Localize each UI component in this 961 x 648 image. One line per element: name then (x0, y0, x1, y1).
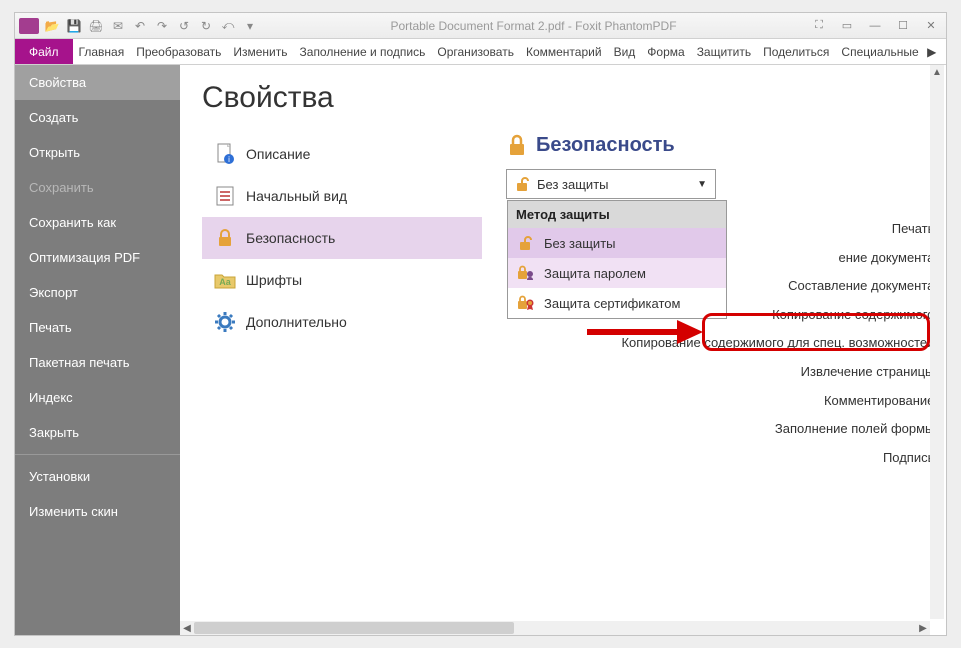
perm-sign: Подпись: (621, 444, 938, 473)
permissions-list: Печать: ение документа: Составление доку… (621, 215, 938, 472)
tab-fill-sign[interactable]: Заполнение и подпись (294, 39, 432, 64)
unlocked-icon (516, 235, 536, 251)
tab-special[interactable]: Специальные (835, 39, 924, 64)
tab-protect[interactable]: Защитить (691, 39, 757, 64)
quick-access-toolbar: 📂 💾 🖨 ✉ ↶ ↷ ↺ ↻ ⤺ ▾ (43, 17, 259, 35)
undo2-icon[interactable]: ↺ (175, 17, 193, 35)
redo-icon[interactable]: ↷ (153, 17, 171, 35)
option-label: Без защиты (544, 236, 616, 251)
tab-view[interactable]: Вид (608, 39, 642, 64)
scroll-right-icon[interactable]: ▶ (916, 621, 930, 635)
svg-text:i: i (228, 155, 230, 164)
font-folder-icon: Aa (214, 269, 236, 291)
perm-assembly: Составление документа: (621, 272, 938, 301)
perm-edit-doc: ение документа: (621, 244, 938, 273)
perm-comment: Комментирование: (621, 387, 938, 416)
user-lock-icon (516, 265, 536, 281)
prop-nav-label: Шрифты (246, 272, 302, 288)
tab-share[interactable]: Поделиться (757, 39, 835, 64)
prop-nav-label: Описание (246, 146, 310, 162)
application-window: 📂 💾 🖨 ✉ ↶ ↷ ↺ ↻ ⤺ ▾ Portable Document Fo… (14, 12, 947, 636)
sidebar-item-batch-print[interactable]: Пакетная печать (15, 345, 180, 380)
email-icon[interactable]: ✉ (109, 17, 127, 35)
ribbon-overflow-icon[interactable]: ▶ (925, 39, 939, 64)
unlocked-icon (515, 176, 531, 192)
perm-accessibility: Копирование содержимого для спец. возмож… (621, 329, 938, 358)
app-logo-icon (19, 18, 39, 34)
svg-text:Aa: Aa (219, 277, 231, 287)
tab-organize[interactable]: Организовать (431, 39, 520, 64)
sidebar-item-optimize[interactable]: Оптимизация PDF (15, 240, 180, 275)
fullscreen-icon[interactable]: ⛶ (808, 17, 830, 35)
properties-nav: i Описание Начальный вид (202, 133, 482, 343)
titlebar: 📂 💾 🖨 ✉ ↶ ↷ ↺ ↻ ⤺ ▾ Portable Document Fo… (15, 13, 946, 39)
lock-icon (214, 227, 236, 249)
checklist-icon (214, 185, 236, 207)
ribbon-tabs: Файл Главная Преобразовать Изменить Запо… (15, 39, 946, 65)
sidebar-item-open[interactable]: Открыть (15, 135, 180, 170)
perm-page-extract: Извлечение страницы: (621, 358, 938, 387)
scroll-up-icon[interactable]: ▲ (930, 65, 944, 79)
sidebar-item-create[interactable]: Создать (15, 100, 180, 135)
scrollbar-thumb[interactable] (194, 622, 514, 634)
perm-copy: Копирование содержимого: (621, 301, 938, 330)
tab-form[interactable]: Форма (641, 39, 690, 64)
prop-nav-fonts[interactable]: Aa Шрифты (202, 259, 482, 301)
perm-print: Печать: (621, 215, 938, 244)
security-heading: Безопасность (536, 134, 675, 157)
sidebar-item-skin[interactable]: Изменить скин (15, 494, 180, 529)
vertical-scrollbar[interactable]: ▲ (930, 65, 944, 619)
prop-nav-description[interactable]: i Описание (202, 133, 482, 175)
prop-nav-label: Безопасность (246, 230, 335, 246)
sidebar-item-index[interactable]: Индекс (15, 380, 180, 415)
tab-convert[interactable]: Преобразовать (130, 39, 227, 64)
sidebar-item-close[interactable]: Закрыть (15, 415, 180, 450)
sidebar-item-export[interactable]: Экспорт (15, 275, 180, 310)
tab-comment[interactable]: Комментарий (520, 39, 608, 64)
sidebar-item-preferences[interactable]: Установки (15, 459, 180, 494)
prop-nav-initial-view[interactable]: Начальный вид (202, 175, 482, 217)
file-menu-sidebar: Свойства Создать Открыть Сохранить Сохра… (15, 65, 180, 635)
page-title: Свойства (202, 81, 924, 115)
prop-nav-label: Начальный вид (246, 188, 347, 204)
dropdown-selected-value: Без защиты (537, 177, 609, 192)
gear-icon (214, 311, 236, 333)
main-panel: Свойства i Описание Начальный вид (180, 65, 946, 635)
close-icon[interactable]: ✕ (920, 17, 942, 35)
doc-info-icon: i (214, 143, 236, 165)
print-icon[interactable]: 🖨 (87, 17, 105, 35)
security-panel: Безопасность Без защиты ▼ Метод защиты (506, 133, 924, 199)
horizontal-scrollbar[interactable]: ◀ ▶ (180, 621, 930, 635)
redo2-icon[interactable]: ↻ (197, 17, 215, 35)
sidebar-item-save: Сохранить (15, 170, 180, 205)
window-title: Portable Document Format 2.pdf - Foxit P… (259, 19, 808, 33)
file-tab[interactable]: Файл (15, 39, 73, 64)
scroll-left-icon[interactable]: ◀ (180, 621, 194, 635)
back-icon[interactable]: ⤺ (219, 17, 237, 35)
sidebar-separator (15, 454, 180, 455)
maximize-icon[interactable]: ☐ (892, 17, 914, 35)
sidebar-item-save-as[interactable]: Сохранить как (15, 205, 180, 240)
undo-icon[interactable]: ↶ (131, 17, 149, 35)
tab-home[interactable]: Главная (73, 39, 131, 64)
cert-lock-icon (516, 295, 536, 311)
minimize-icon[interactable]: — (864, 17, 886, 35)
sidebar-item-properties[interactable]: Свойства (15, 65, 180, 100)
minimize-ribbon-icon[interactable]: ▭ (836, 17, 858, 35)
prop-nav-advanced[interactable]: Дополнительно (202, 301, 482, 343)
tab-edit[interactable]: Изменить (227, 39, 293, 64)
save-icon[interactable]: 💾 (65, 17, 83, 35)
open-icon[interactable]: 📂 (43, 17, 61, 35)
prop-nav-security[interactable]: Безопасность (202, 217, 482, 259)
perm-form-fill: Заполнение полей формы: (621, 415, 938, 444)
qat-dropdown-icon[interactable]: ▾ (241, 17, 259, 35)
lock-icon (506, 133, 528, 157)
sidebar-item-print[interactable]: Печать (15, 310, 180, 345)
security-method-dropdown[interactable]: Без защиты ▼ Метод защиты Без защиты (506, 169, 716, 199)
prop-nav-label: Дополнительно (246, 314, 347, 330)
chevron-down-icon: ▼ (697, 179, 707, 190)
